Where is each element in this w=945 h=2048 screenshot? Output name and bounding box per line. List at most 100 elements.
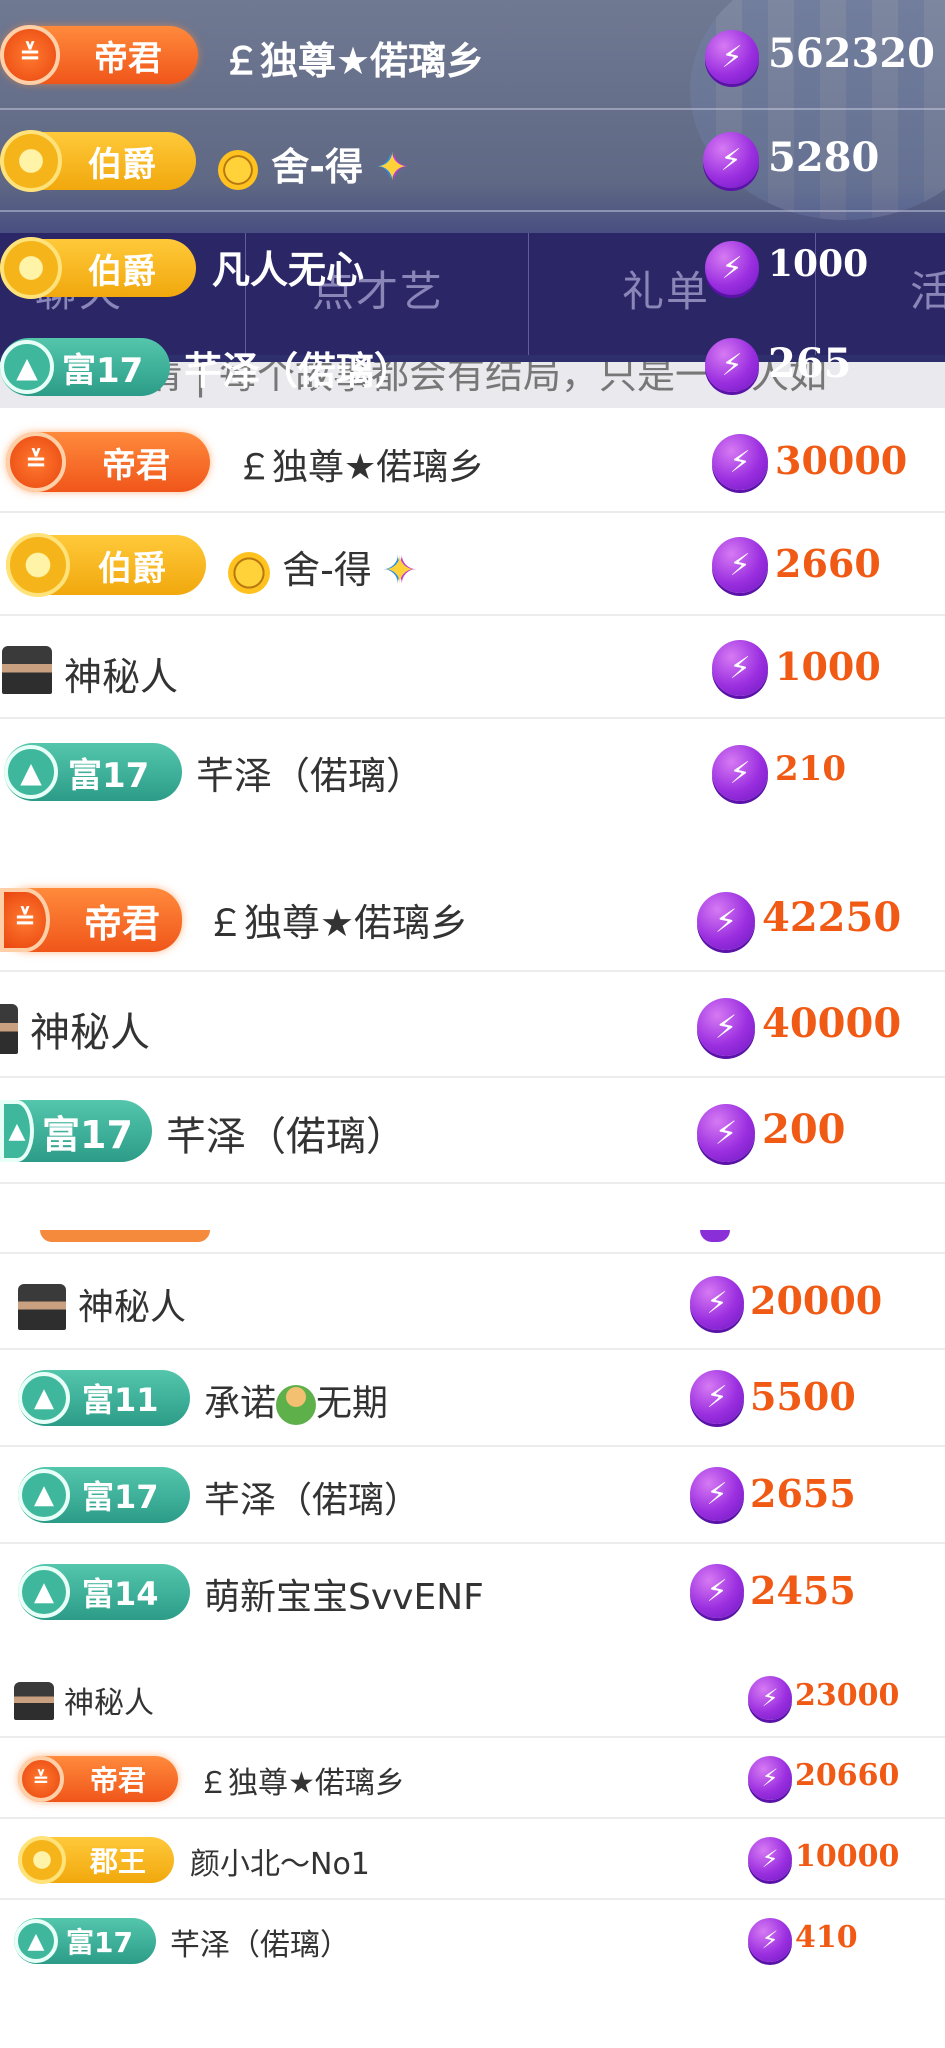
wealth-level-badge: ▲ 富17 bbox=[4, 743, 182, 801]
ranking-row: 伯爵 凡人无心 1000 bbox=[0, 215, 945, 317]
diamond-crest-icon bbox=[0, 130, 62, 192]
lightning-coin-icon bbox=[697, 892, 755, 950]
wealth-level-badge: ▲ 富14 bbox=[18, 1564, 190, 1620]
triangle-level-icon: ▲ bbox=[14, 1919, 58, 1963]
user-name[interactable]: 神秘人 bbox=[78, 1278, 186, 1330]
gift-value: 265 bbox=[768, 340, 852, 387]
ranking-row: ≚ 帝君 ￡独尊★偌璃乡 20660 bbox=[0, 1738, 945, 1819]
ranking-row: 神秘人 20000 bbox=[0, 1254, 945, 1350]
gift-value: 562320 bbox=[768, 30, 935, 77]
user-name[interactable]: 神秘人 bbox=[30, 1000, 150, 1058]
mystery-person-avatar bbox=[0, 1004, 18, 1054]
user-name[interactable]: 舍-得 ✦ bbox=[218, 136, 408, 191]
lightning-coin-icon bbox=[690, 1467, 744, 1521]
ranking-row: ▲ 富17 芊泽（偌璃） 2655 bbox=[0, 1447, 945, 1544]
lightning-coin-icon bbox=[712, 640, 768, 696]
rank-badge-dijun: ≚ 帝君 bbox=[18, 1756, 178, 1802]
chevron-shield-icon: ≚ bbox=[0, 25, 60, 85]
user-name[interactable]: 神秘人 bbox=[64, 646, 178, 701]
ranking-row: 郡王 颜小北～No1 10000 bbox=[0, 1819, 945, 1900]
lightning-coin-icon bbox=[712, 745, 768, 801]
triangle-level-icon: ▲ bbox=[18, 1469, 70, 1521]
lightning-coin-icon bbox=[697, 998, 755, 1056]
wealth-level-badge: ▲ 富17 bbox=[0, 1100, 152, 1162]
rank-badge-junwang: 郡王 bbox=[18, 1836, 174, 1884]
gift-value: 200 bbox=[762, 1106, 846, 1153]
sparkle-emoji-icon: ✦ bbox=[383, 548, 416, 592]
gift-value: 2655 bbox=[750, 1471, 856, 1516]
gift-value: 5500 bbox=[750, 1374, 856, 1419]
lightning-coin-icon bbox=[712, 434, 768, 490]
ranking-row: ▲ 富17 芊泽（偌璃） 410 bbox=[0, 1900, 945, 1981]
lightning-coin-icon bbox=[697, 1104, 755, 1162]
gift-value: 20000 bbox=[750, 1278, 883, 1323]
chevron-shield-icon: ≚ bbox=[18, 1756, 64, 1802]
lightning-coin-icon bbox=[748, 1756, 792, 1800]
triangle-level-icon: ▲ bbox=[0, 340, 54, 394]
user-name[interactable]: 凡人无心 bbox=[212, 239, 364, 294]
chevron-shield-icon: ≚ bbox=[0, 888, 50, 952]
triangle-level-icon: ▲ bbox=[18, 1372, 70, 1424]
wealth-level-badge: ▲ 富17 bbox=[14, 1918, 156, 1964]
user-name[interactable]: 芊泽（偌璃） bbox=[166, 1104, 406, 1162]
triangle-level-icon: ▲ bbox=[4, 745, 58, 799]
user-name[interactable]: ￡独尊★偌璃乡 bbox=[198, 1758, 405, 1802]
sparkle-emoji-icon: ✦ bbox=[376, 145, 409, 189]
lightning-coin-icon bbox=[705, 338, 759, 392]
user-name[interactable]: 萌新宝宝SvvENF bbox=[204, 1568, 484, 1620]
live-room-panel: 聊天 点才艺 礼单 活 钱迎东倩 | 每个故事都会有结局，只是一有人如 ≚ 帝君… bbox=[0, 0, 945, 408]
user-name[interactable]: 芊泽（偌璃） bbox=[170, 1920, 350, 1964]
mystery-person-avatar bbox=[18, 1284, 66, 1330]
gift-value: 10000 bbox=[795, 1839, 900, 1874]
gift-value: 2455 bbox=[750, 1568, 856, 1613]
rank-badge-bojue: 伯爵 bbox=[0, 130, 196, 192]
diamond-crest-icon bbox=[0, 237, 62, 299]
user-name[interactable]: 神秘人 bbox=[64, 1678, 154, 1722]
sun-emoji-icon bbox=[218, 149, 258, 190]
sun-emoji-icon bbox=[228, 551, 270, 594]
user-name[interactable]: ￡独尊★偌璃乡 bbox=[236, 438, 484, 490]
clipped-ranking-row bbox=[0, 1184, 945, 1254]
user-name[interactable]: 舍-得 ✦ bbox=[228, 539, 416, 594]
lightning-coin-icon bbox=[705, 30, 759, 84]
wealth-level-badge: ▲ 富17 bbox=[0, 338, 170, 396]
lightning-coin-icon bbox=[690, 1370, 744, 1424]
ranking-row: 伯爵 舍-得 ✦ 5280 bbox=[0, 110, 945, 212]
gift-value: 210 bbox=[775, 749, 846, 789]
triangle-level-icon: ▲ bbox=[18, 1566, 70, 1618]
user-name[interactable]: 芊泽（偌璃） bbox=[184, 340, 412, 395]
diamond-crest-icon bbox=[6, 533, 70, 597]
clipped-badge bbox=[40, 1230, 210, 1242]
user-name[interactable]: 芊泽（偌璃） bbox=[196, 745, 424, 800]
ranking-row: ≚ 帝君 ￡独尊★偌璃乡 42250 bbox=[0, 866, 945, 972]
user-name[interactable]: 芊泽（偌璃） bbox=[204, 1471, 420, 1523]
ranking-row: ▲ 富11 承诺无期 5500 bbox=[0, 1350, 945, 1447]
gift-value: 1000 bbox=[775, 644, 881, 689]
diamond-crest-icon bbox=[18, 1836, 66, 1884]
lightning-coin-icon bbox=[690, 1564, 744, 1618]
ranking-row: 伯爵 舍-得 ✦ 2660 bbox=[0, 513, 945, 616]
triangle-level-icon: ▲ bbox=[0, 1100, 34, 1162]
lightning-coin-icon bbox=[705, 241, 759, 295]
rank-badge-bojue: 伯爵 bbox=[0, 237, 196, 299]
ranking-row: 神秘人 40000 bbox=[0, 972, 945, 1078]
ranking-row: ≚ 帝君 ￡独尊★偌璃乡 562320 bbox=[0, 8, 945, 110]
ranking-row: 神秘人 23000 bbox=[0, 1658, 945, 1738]
gift-value: 40000 bbox=[762, 1000, 902, 1047]
gift-value: 5280 bbox=[768, 134, 880, 181]
gift-value: 30000 bbox=[775, 438, 908, 483]
ranking-row: ▲ 富17 芊泽（偌璃） 265 bbox=[0, 318, 945, 408]
user-name[interactable]: 颜小北～No1 bbox=[190, 1839, 370, 1883]
ranking-row: 神秘人 1000 bbox=[0, 616, 945, 719]
mystery-person-avatar bbox=[2, 646, 52, 694]
gift-ranking-screenshot: 聊天 点才艺 礼单 活 钱迎东倩 | 每个故事都会有结局，只是一有人如 ≚ 帝君… bbox=[0, 0, 945, 2048]
user-name[interactable]: 承诺 无期 bbox=[204, 1374, 388, 1426]
gift-value: 410 bbox=[795, 1920, 858, 1955]
user-name[interactable]: ￡独尊★偌璃乡 bbox=[206, 892, 468, 947]
rank-badge-bojue: 伯爵 bbox=[6, 533, 206, 597]
user-name[interactable]: ￡独尊★偌璃乡 bbox=[222, 30, 484, 85]
ranking-row: ▲ 富17 芊泽（偌璃） 210 bbox=[0, 719, 945, 822]
rank-badge-dijun: ≚ 帝君 bbox=[0, 25, 198, 85]
ranking-row: ≚ 帝君 ￡独尊★偌璃乡 30000 bbox=[0, 410, 945, 513]
rank-badge-dijun: ≚ 帝君 bbox=[0, 888, 182, 952]
